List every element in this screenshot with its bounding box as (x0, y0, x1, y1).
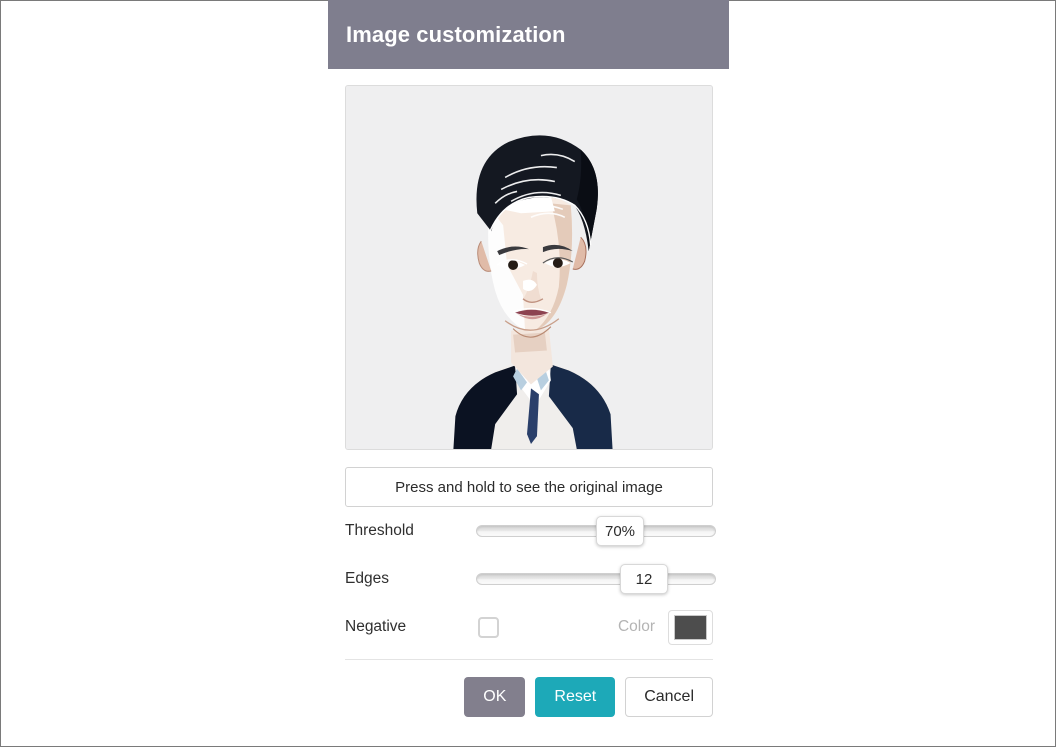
dialog-header: Image customization (328, 0, 729, 69)
dialog-body: Press and hold to see the original image… (328, 69, 729, 734)
threshold-row: Threshold 70% (345, 507, 716, 555)
stylized-portrait-image (346, 86, 712, 449)
edges-label: Edges (345, 570, 389, 587)
edges-slider-track (476, 573, 716, 585)
color-swatch (674, 614, 707, 640)
negative-color-row: Negative Color (345, 603, 713, 651)
edges-slider-thumb[interactable]: 12 (620, 564, 668, 594)
color-picker-button[interactable] (668, 609, 713, 645)
negative-label: Negative (345, 618, 407, 635)
color-label: Color (617, 618, 655, 635)
dialog-footer: OK Reset Cancel (345, 660, 713, 734)
ok-button[interactable]: OK (464, 677, 526, 717)
edges-row: Edges 12 (345, 555, 716, 603)
cancel-button[interactable]: Cancel (625, 677, 713, 717)
threshold-label: Threshold (345, 522, 414, 539)
threshold-slider-thumb[interactable]: 70% (596, 516, 644, 546)
reset-button[interactable]: Reset (535, 677, 616, 717)
threshold-slider[interactable]: 70% (476, 516, 716, 546)
edges-slider[interactable]: 12 (476, 564, 716, 594)
image-preview-container[interactable] (345, 85, 713, 450)
press-and-hold-original-image-button[interactable]: Press and hold to see the original image (345, 467, 713, 507)
image-customization-dialog: Image customization Press and hold to se… (328, 0, 729, 746)
dialog-title: Image customization (346, 21, 566, 47)
negative-checkbox[interactable] (478, 616, 499, 638)
